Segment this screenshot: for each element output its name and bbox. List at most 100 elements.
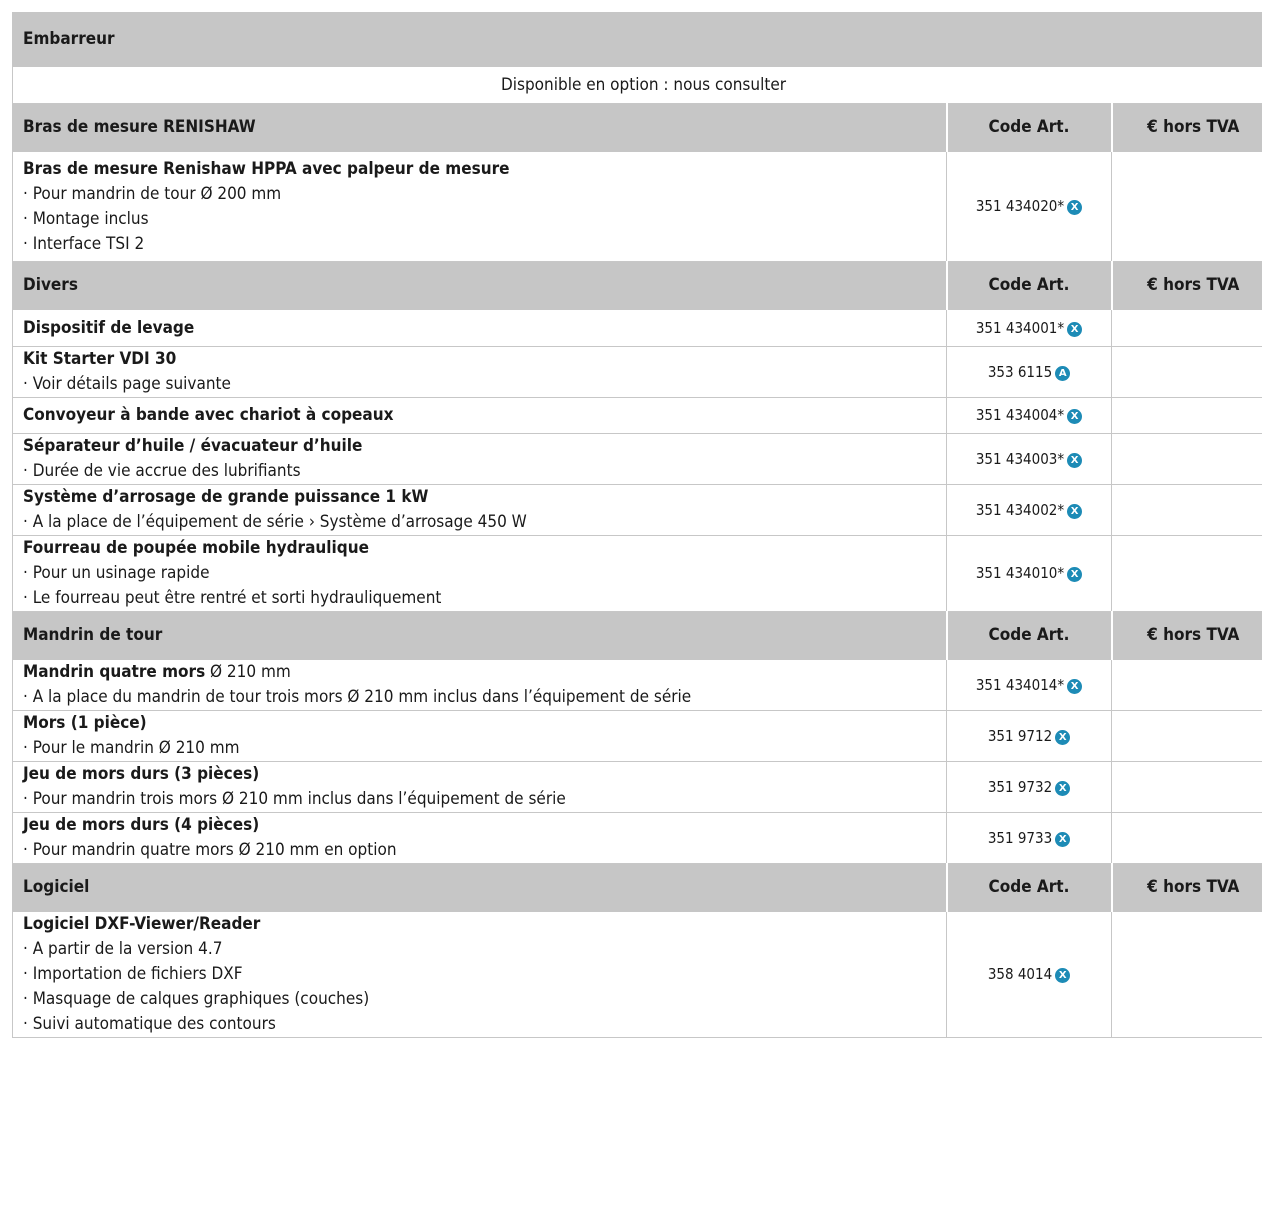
- item-title: Séparateur d’huile / évacuateur d’huile: [23, 436, 363, 456]
- article-code-cell: 351 9732 X: [946, 761, 1112, 813]
- item-row: Dispositif de levage 351 434001* X: [12, 309, 1262, 347]
- option-note: Disponible en option : nous consulter: [11, 66, 1262, 104]
- price-column-header: € hors TVA: [1110, 863, 1262, 912]
- article-code-cell: 358 4014 X: [946, 911, 1112, 1038]
- article-code: 351 434020*: [975, 197, 1065, 215]
- item-bullet: Le fourreau peut être rentré et sorti hy…: [23, 586, 936, 611]
- item-description: Convoyeur à bande avec chariot à copeaux: [12, 397, 947, 434]
- availability-mark-icon: X: [1067, 678, 1083, 694]
- item-bullet: Durée de vie accrue des lubrifiants: [23, 459, 936, 484]
- section-header-row: Bras de mesure RENISHAW Code Art. € hors T…: [12, 103, 1262, 152]
- article-code: 351 434003*: [975, 449, 1065, 468]
- price-cell: [1110, 659, 1262, 711]
- price-cell: [1110, 761, 1262, 813]
- availability-mark-icon: X: [1055, 729, 1071, 745]
- item-title: Fourreau de poupée mobile hydraulique: [23, 538, 369, 558]
- availability-mark-icon: X: [1067, 409, 1083, 424]
- price-cell: [1110, 535, 1262, 612]
- article-code-cell: 351 9712 X: [946, 710, 1112, 762]
- code-column-header: Code Art.: [945, 261, 1112, 310]
- item-description: Dispositif de levage: [12, 309, 947, 347]
- item-bullet: Pour le mandrin Ø 210 mm: [23, 736, 936, 761]
- availability-mark-icon: X: [1055, 831, 1071, 847]
- item-description: Mandrin quatre mors Ø 210 mm A la place d…: [12, 659, 947, 711]
- price-cell: [1110, 397, 1262, 434]
- article-code: 351 9733: [987, 828, 1053, 847]
- item-bullet: Voir détails page suivante: [23, 372, 936, 397]
- price-cell: [1110, 484, 1262, 536]
- item-description: Jeu de mors durs (4 pièces) Pour mandrin …: [12, 812, 947, 864]
- price-cell: [1110, 433, 1262, 485]
- item-row: Séparateur d’huile / évacuateur d’huile D…: [12, 433, 1262, 485]
- item-description: Kit Starter VDI 30 Voir détails page suiv…: [12, 346, 947, 398]
- article-code: 353 6115: [987, 362, 1053, 381]
- article-code: 351 434001*: [975, 318, 1065, 337]
- item-description: Bras de mesure Renishaw HPPA avec palpeu…: [12, 151, 947, 262]
- item-description: Système d’arrosage de grande puissance 1…: [12, 484, 947, 536]
- article-code-cell: 351 434001* X: [946, 309, 1112, 347]
- article-code-cell: 351 434020* X: [946, 151, 1112, 262]
- item-description: Jeu de mors durs (3 pièces) Pour mandrin …: [12, 761, 947, 813]
- item-title: Bras de mesure Renishaw HPPA avec palpeu…: [23, 158, 510, 179]
- item-title: Système d’arrosage de grande puissance 1…: [23, 487, 429, 507]
- price-cell: [1110, 346, 1262, 398]
- article-code-cell: 351 434010* X: [946, 535, 1112, 612]
- article-code: 351 434004*: [975, 406, 1065, 424]
- section-title: Bras de mesure RENISHAW: [12, 103, 947, 152]
- price-cell: [1110, 812, 1262, 864]
- availability-mark-icon: X: [1055, 780, 1071, 796]
- article-code: 351 434010*: [975, 564, 1065, 582]
- item-row: Convoyeur à bande avec chariot à copeaux…: [12, 397, 1262, 434]
- code-column-header: Code Art.: [945, 103, 1112, 152]
- item-row: Jeu de mors durs (4 pièces) Pour mandrin …: [12, 812, 1262, 864]
- availability-mark-icon: X: [1067, 567, 1083, 582]
- section-title: Logiciel: [12, 863, 947, 912]
- item-description: Logiciel DXF-Viewer/Reader A partir de la…: [12, 911, 947, 1038]
- item-bullet: A la place du mandrin de tour trois mors…: [23, 685, 936, 710]
- section-header-row: Divers Code Art. € hors TVA: [12, 261, 1262, 310]
- code-column-header: Code Art.: [945, 611, 1112, 660]
- article-code-cell: 353 6115 A: [946, 346, 1112, 398]
- code-column-header: Code Art.: [945, 863, 1112, 912]
- item-title: Jeu de mors durs (4 pièces): [23, 815, 260, 835]
- item-title: Mandrin quatre mors: [23, 662, 206, 682]
- article-code-cell: 351 434003* X: [946, 433, 1112, 485]
- item-bullet: Masquage de calques graphiques (couches): [23, 987, 936, 1012]
- article-code: 351 9732: [987, 777, 1053, 796]
- section-header-row: Mandrin de tour Code Art. € hors TVA: [12, 611, 1262, 660]
- price-cell: [1110, 151, 1262, 262]
- item-row: Kit Starter VDI 30 Voir détails page suiv…: [12, 346, 1262, 398]
- article-code: 358 4014: [987, 965, 1053, 983]
- price-cell: [1110, 911, 1262, 1038]
- price-cell: [1110, 309, 1262, 347]
- availability-mark-icon: X: [1067, 503, 1083, 519]
- item-row: Mors (1 pièce) Pour le mandrin Ø 210 mm 35…: [12, 710, 1262, 762]
- item-row: Logiciel DXF-Viewer/Reader A partir de la…: [12, 911, 1262, 1038]
- article-code-cell: 351 434002* X: [946, 484, 1112, 536]
- item-bullet: Importation de fichiers DXF: [23, 962, 936, 987]
- price-column-header: € hors TVA: [1110, 103, 1262, 152]
- item-row: Jeu de mors durs (3 pièces) Pour mandrin …: [12, 761, 1262, 813]
- article-code: 351 434002*: [975, 500, 1065, 519]
- top-header-cell: Embarreur: [11, 12, 1262, 67]
- item-title: Dispositif de levage: [23, 317, 195, 338]
- price-column-header: € hors TVA: [1110, 611, 1262, 660]
- article-code: 351 9712: [987, 726, 1053, 745]
- price-cell: [1110, 710, 1262, 762]
- availability-mark-icon: A: [1055, 365, 1071, 381]
- item-bullet: Suivi automatique des contours: [23, 1012, 936, 1037]
- option-note-row: Disponible en option : nous consulter: [11, 66, 1262, 104]
- item-title: Jeu de mors durs (3 pièces): [23, 764, 260, 784]
- section-header-row: Logiciel Code Art. € hors TVA: [12, 863, 1262, 912]
- item-bullet: Pour un usinage rapide: [23, 561, 936, 586]
- price-table-body: Embarreur Disponible en option : nous co…: [11, 12, 1262, 1038]
- item-title: Logiciel DXF-Viewer/Reader: [23, 914, 261, 934]
- availability-mark-icon: X: [1055, 968, 1071, 983]
- article-code-cell: 351 9733 X: [946, 812, 1112, 864]
- top-header-row: Embarreur: [11, 12, 1262, 67]
- item-bullet: Interface TSI 2: [23, 232, 936, 257]
- item-description: Séparateur d’huile / évacuateur d’huile D…: [12, 433, 947, 485]
- item-row: Bras de mesure Renishaw HPPA avec palpeu…: [12, 151, 1262, 262]
- item-bullet: Pour mandrin trois mors Ø 210 mm inclus …: [23, 787, 936, 812]
- item-row: Mandrin quatre mors Ø 210 mm A la place d…: [12, 659, 1262, 711]
